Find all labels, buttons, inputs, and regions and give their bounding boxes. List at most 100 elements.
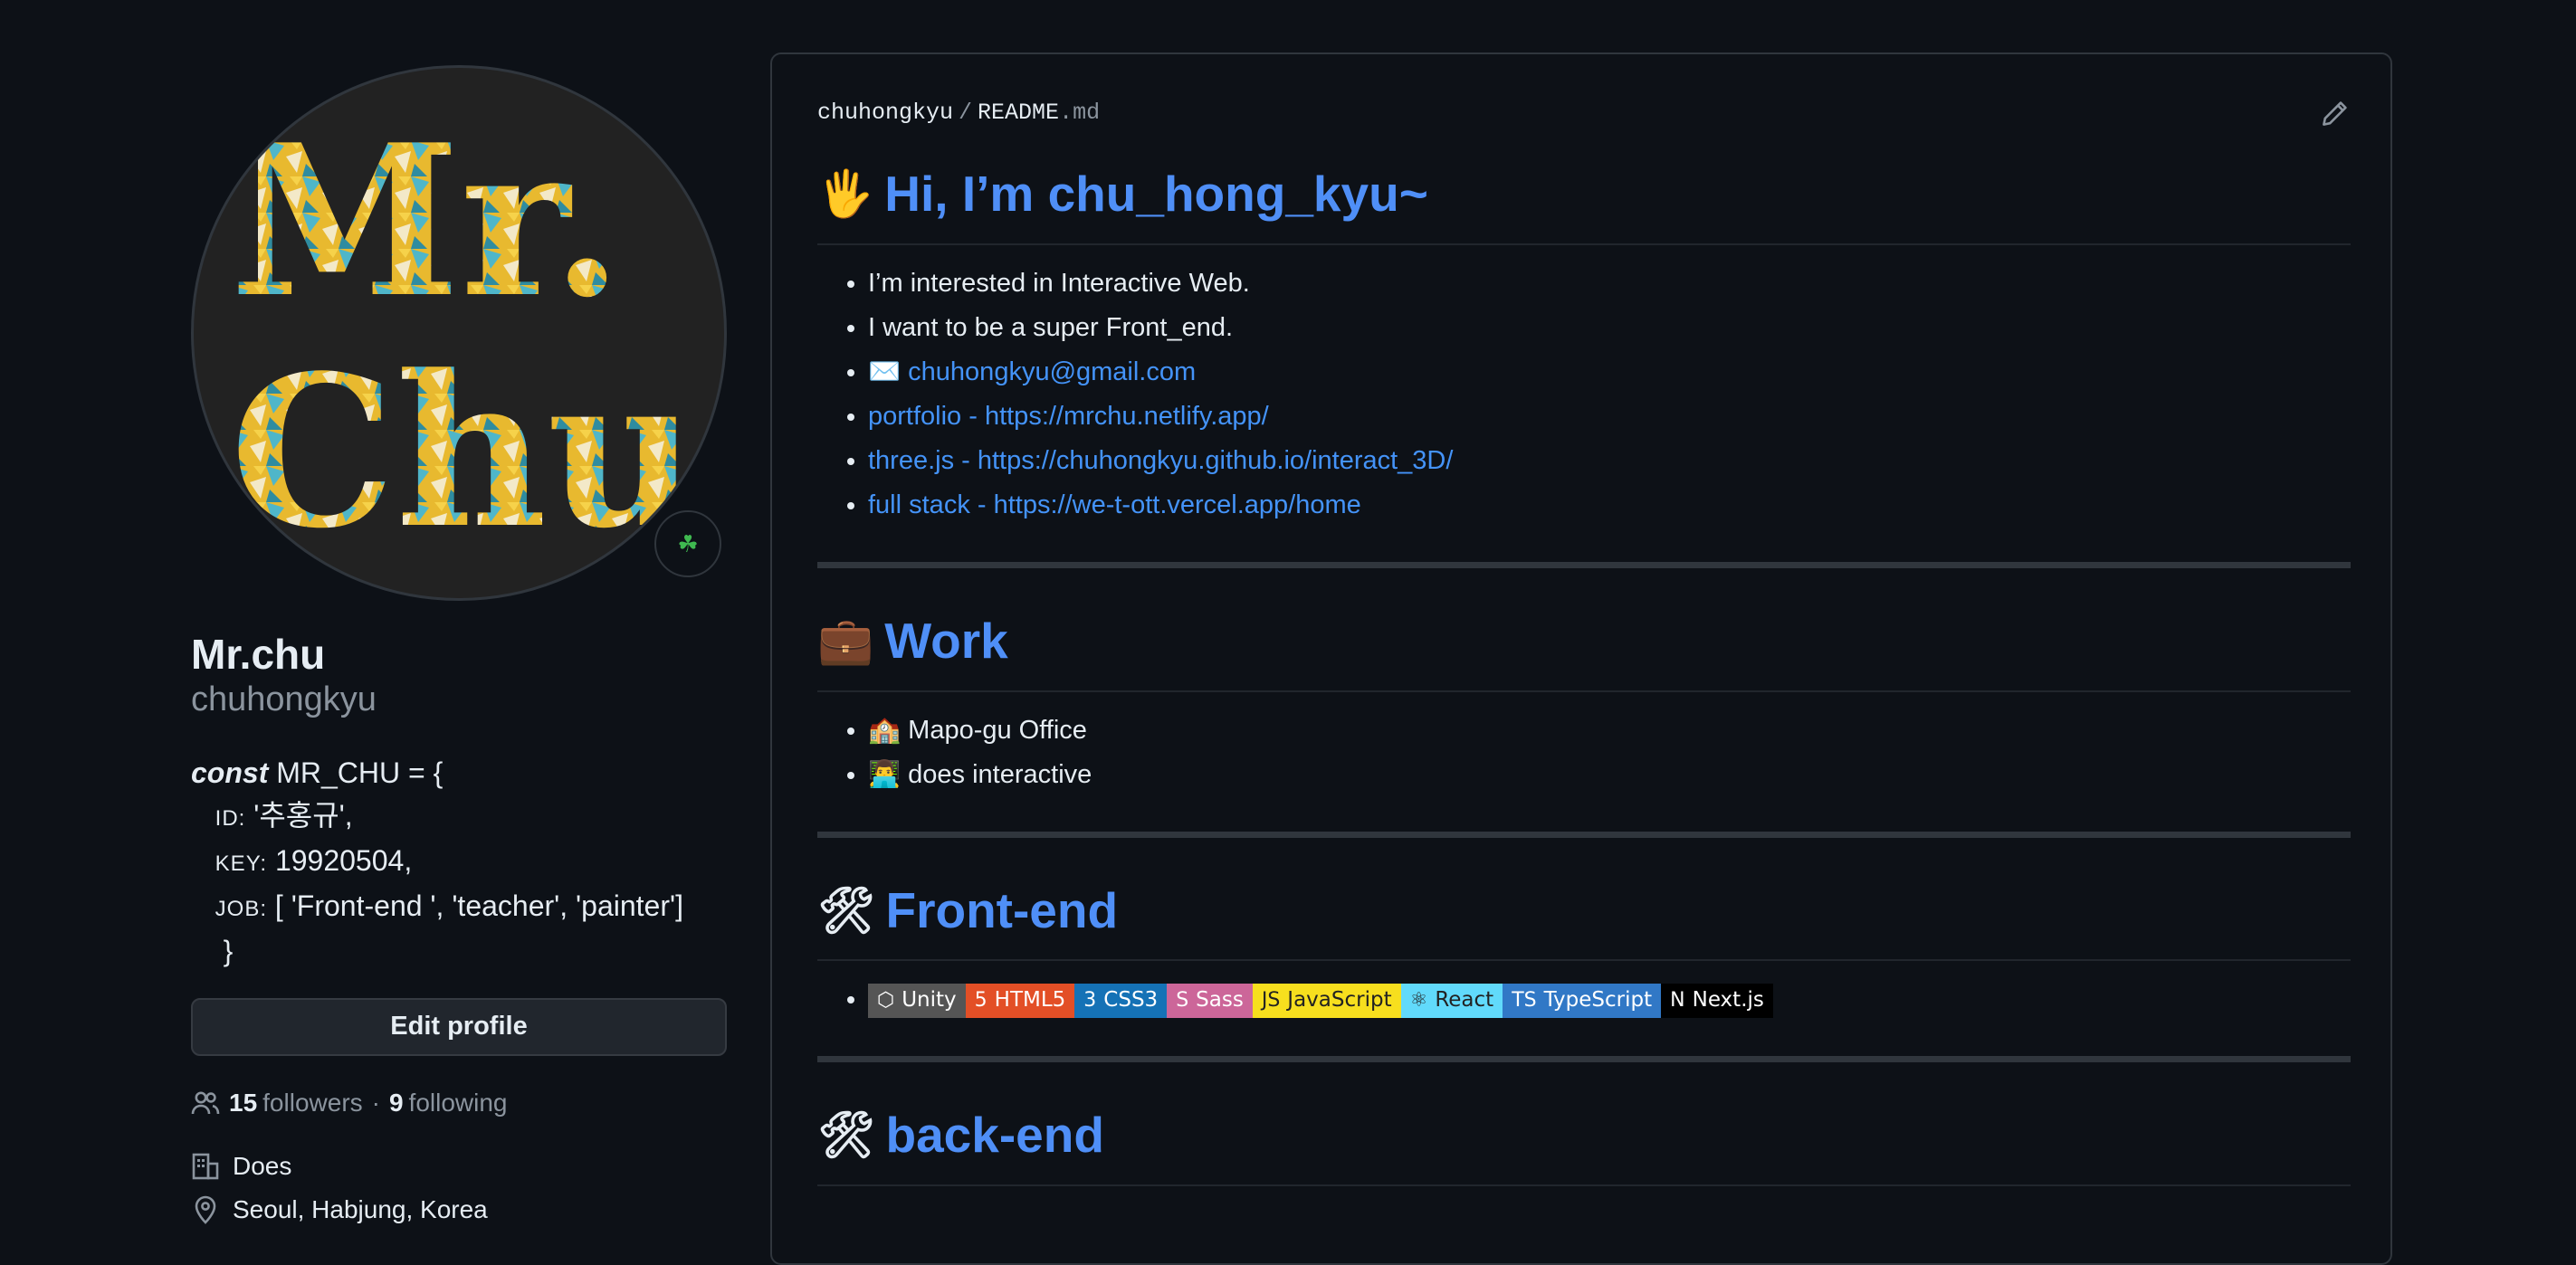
- profile-bio: const MR_CHU = { ID: '추홍규', KEY: 1992050…: [191, 752, 727, 973]
- react-icon: ⚛: [1409, 989, 1428, 1013]
- list-item: portfolio - https://mrchu.netlify.app/: [868, 395, 2351, 439]
- heading-backend-text[interactable]: back-end: [885, 1104, 1103, 1166]
- heading-frontend: 🛠 Front-end: [817, 880, 2351, 962]
- followers-count[interactable]: 15: [229, 1089, 257, 1118]
- bio-close: }: [223, 934, 234, 967]
- clover-icon: ☘: [677, 529, 699, 557]
- avatar-text-1: Mr.: [230, 100, 624, 344]
- breadcrumb-slash: /: [959, 100, 973, 126]
- list-item: 👨‍💻 does interactive: [868, 753, 2351, 797]
- badge-unity: ⬡ Unity: [868, 983, 966, 1018]
- bio-job-value: [ 'Front-end ', 'teacher', 'painter']: [267, 889, 683, 922]
- email-link[interactable]: chuhongkyu@gmail.com: [908, 357, 1196, 386]
- list-item: 🏫 Mapo-gu Office: [868, 709, 2351, 753]
- next-js-icon: N: [1670, 989, 1685, 1013]
- list-item: I’m interested in Interactive Web.: [868, 262, 2351, 306]
- badge-label: Next.js: [1692, 988, 1764, 1013]
- portfolio-link[interactable]: portfolio - https://mrchu.netlify.app/: [868, 402, 1269, 431]
- bio-line-5: }: [191, 930, 727, 973]
- section-divider: [817, 1056, 2351, 1063]
- bio-line-2: ID: '추홍규',: [191, 794, 727, 840]
- bio-line-3: KEY: 19920504,: [191, 840, 727, 885]
- heading-work: 💼 Work: [817, 610, 2351, 692]
- badge-html5: 5 HTML5: [965, 983, 1075, 1018]
- edit-pencil-icon[interactable]: [2320, 100, 2349, 128]
- badge-javascript: JS JavaScript: [1252, 983, 1401, 1018]
- javascript-icon: JS: [1261, 989, 1281, 1013]
- location-row: Seoul, Habjung, Korea: [191, 1195, 727, 1224]
- bio-line-1: const MR_CHU = {: [191, 752, 727, 794]
- fullstack-link[interactable]: full stack - https://we-t-ott.vercel.app…: [868, 490, 1361, 519]
- css3-icon: 3: [1083, 989, 1097, 1013]
- html5-icon: 5: [974, 989, 987, 1013]
- badge-typescript: TS TypeScript: [1503, 983, 1662, 1018]
- tools-icon: 🛠: [817, 884, 875, 936]
- badge-label: CSS3: [1103, 988, 1159, 1013]
- sass-icon: S: [1176, 989, 1189, 1013]
- list-item: full stack - https://we-t-ott.vercel.app…: [868, 483, 2351, 528]
- profile-sidebar: Mr. Chu ☘ Mr.chu chuhongkyu const MR_CHU…: [191, 65, 727, 1224]
- organization-icon: [192, 1153, 219, 1180]
- envelope-icon: ✉️: [868, 357, 902, 386]
- edit-profile-button[interactable]: Edit profile: [191, 997, 727, 1056]
- work-list: 🏫 Mapo-gu Office 👨‍💻 does interactive: [817, 709, 2351, 797]
- avatar[interactable]: Mr. Chu: [191, 65, 727, 601]
- readme-owner-link[interactable]: chuhongkyu: [817, 100, 953, 126]
- readme-file-ext: .md: [1059, 100, 1101, 126]
- company-name: Does: [233, 1151, 292, 1180]
- location-icon: [195, 1195, 216, 1224]
- badge-react: ⚛ React: [1400, 983, 1503, 1018]
- bio-key-value: 19920504,: [267, 843, 413, 877]
- display-name: Mr.chu: [191, 631, 326, 678]
- section-divider: [817, 831, 2351, 838]
- follow-stats: 15 followers · 9 following: [191, 1089, 727, 1118]
- badge-css3: 3 CSS3: [1074, 983, 1168, 1018]
- intro-list: I’m interested in Interactive Web. I wan…: [817, 262, 2351, 528]
- badge-sass: S Sass: [1167, 983, 1253, 1018]
- username: chuhongkyu: [191, 680, 377, 719]
- tools-icon: 🛠: [817, 1109, 875, 1161]
- threejs-link[interactable]: three.js - https://chuhongkyu.github.io/…: [868, 446, 1453, 475]
- heading-work-text[interactable]: Work: [884, 610, 1008, 672]
- school-icon: 🏫: [868, 715, 902, 745]
- bio-declaration: MR_CHU = {: [268, 756, 444, 789]
- badge-label: React: [1435, 988, 1494, 1013]
- avatar-text-2: Chu: [230, 330, 699, 575]
- bio-key-key: KEY:: [215, 851, 268, 876]
- list-item: three.js - https://chuhongkyu.github.io/…: [868, 439, 2351, 483]
- following-count[interactable]: 9: [389, 1089, 404, 1118]
- work-item-1: Mapo-gu Office: [908, 715, 1087, 745]
- heading-frontend-text[interactable]: Front-end: [885, 880, 1118, 942]
- technologist-icon: 👨‍💻: [868, 759, 902, 789]
- readme-content: 🖐 Hi, I’m chu_hong_kyu~ I’m interested i…: [817, 163, 2351, 1186]
- avatar-image: Mr. Chu: [230, 100, 699, 575]
- follow-separator: ·: [371, 1088, 380, 1117]
- list-item: ⬡ Unity 5 HTML5 3CSS3 S Sass JSJavaScript ⚛ React…: [868, 977, 2351, 1022]
- intro-item-2: I want to be a super Front_end.: [868, 312, 1234, 342]
- bio-id-value: '추홍규',: [245, 798, 353, 832]
- badge-label: TypeScript: [1543, 988, 1653, 1013]
- following-link[interactable]: following: [409, 1089, 508, 1118]
- location-text: Seoul, Habjung, Korea: [233, 1194, 488, 1223]
- waving-hand-icon: 🖐: [817, 168, 874, 220]
- frontend-list: ⬡ Unity 5 HTML5 3CSS3 S Sass JSJavaScript ⚛ React…: [817, 977, 2351, 1022]
- status-badge[interactable]: ☘: [654, 510, 721, 577]
- readme-breadcrumb: chuhongkyu / README.md: [817, 100, 1100, 126]
- heading-intro-text[interactable]: Hi, I’m chu_hong_kyu~: [884, 163, 1428, 225]
- heading-backend: 🛠 back-end: [817, 1104, 2351, 1186]
- followers-link[interactable]: followers: [262, 1089, 362, 1118]
- badge-next-js: N Next.js: [1661, 983, 1773, 1018]
- intro-item-1: I’m interested in Interactive Web.: [868, 268, 1250, 298]
- readme-panel: chuhongkyu / README.md 🖐 Hi, I’m chu_hong_…: [770, 52, 2392, 1265]
- badge-label: Sass: [1196, 988, 1244, 1013]
- section-divider: [817, 561, 2351, 568]
- company-row: Does: [191, 1152, 727, 1181]
- unity-icon: ⬡: [877, 989, 895, 1013]
- bio-job-key: JOB:: [215, 896, 268, 921]
- bio-const-keyword: const: [191, 756, 269, 789]
- avatar-container: Mr. Chu ☘: [191, 65, 727, 601]
- bio-id-key: ID:: [215, 805, 246, 831]
- work-item-2: does interactive: [908, 759, 1092, 789]
- briefcase-icon: 💼: [817, 614, 874, 666]
- badge-label: HTML5: [994, 988, 1066, 1013]
